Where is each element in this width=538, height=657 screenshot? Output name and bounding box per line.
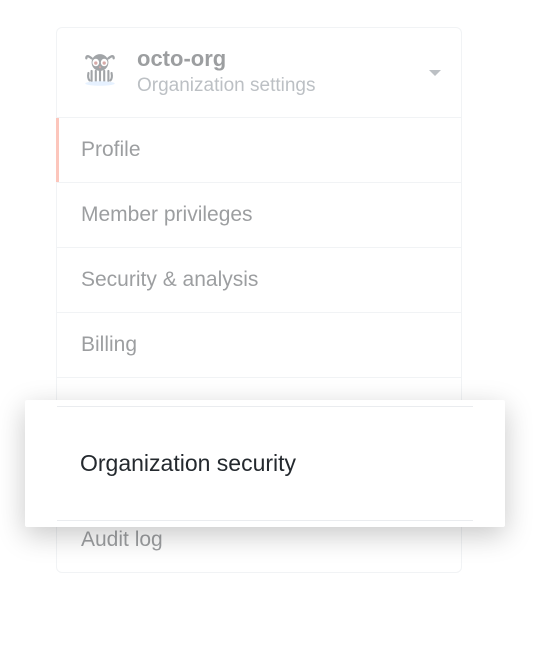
sidebar-item-label: Billing [81,333,137,356]
sidebar-item-organization-security[interactable]: Organization security [57,406,473,521]
org-name: octo-org [137,46,421,72]
org-subtitle: Organization settings [137,74,421,99]
sidebar-item-label: Organization security [57,450,296,477]
sidebar-item-profile[interactable]: Profile [57,118,461,183]
octocat-avatar-icon [79,52,121,94]
sidebar-item-label: Profile [81,138,141,161]
highlighted-item-card: Organization security [25,400,505,527]
org-info: octo-org Organization settings [137,46,421,99]
sidebar-item-label: Member privileges [81,203,253,226]
sidebar-item-label: Security & analysis [81,268,258,291]
sidebar-item-billing[interactable]: Billing [57,313,461,378]
org-switcher[interactable]: octo-org Organization settings [57,28,461,118]
chevron-down-icon [429,70,441,76]
sidebar-item-security-analysis[interactable]: Security & analysis [57,248,461,313]
sidebar-item-member-privileges[interactable]: Member privileges [57,183,461,248]
sidebar-item-label: Audit log [81,528,163,551]
